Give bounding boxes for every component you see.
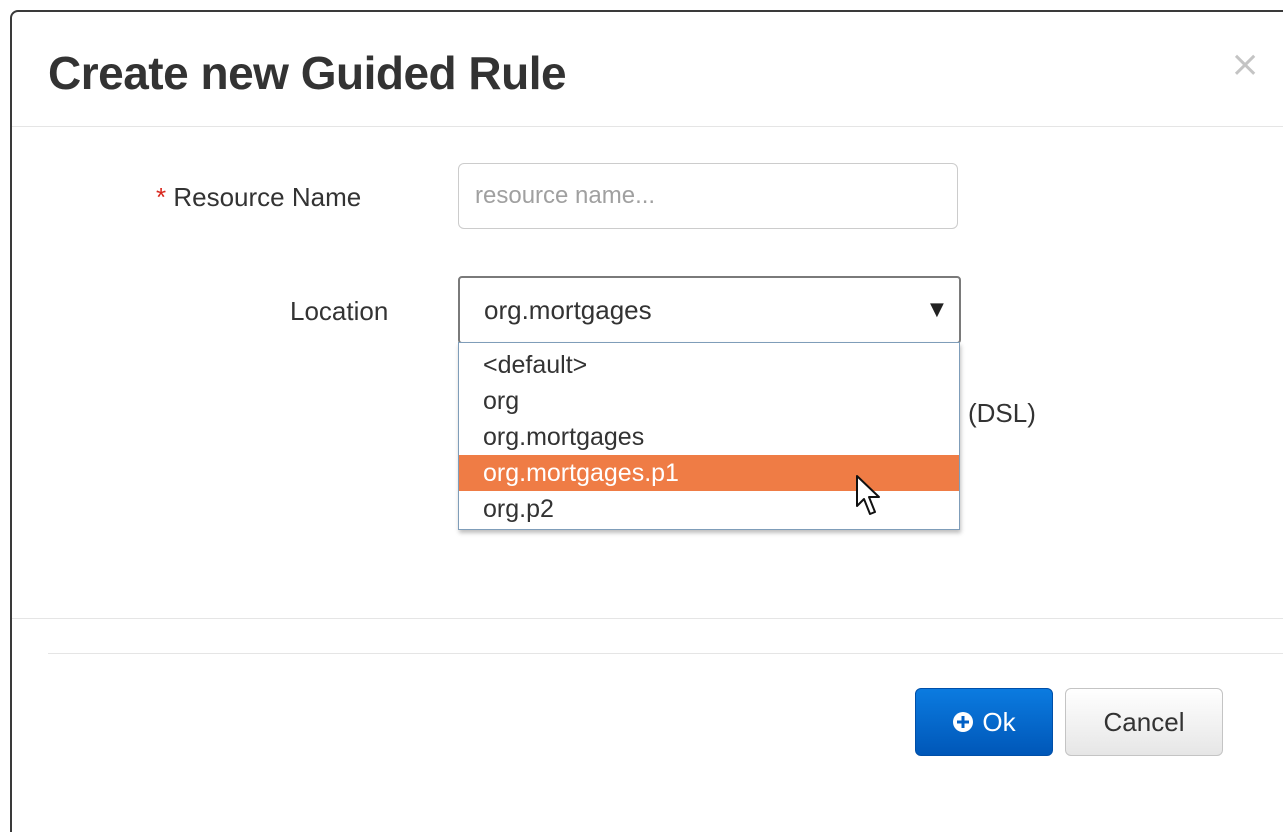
- footer-divider-inner: [48, 653, 1283, 654]
- cancel-button[interactable]: Cancel: [1065, 688, 1223, 756]
- dialog-header: Create new Guided Rule ×: [12, 12, 1283, 127]
- close-icon[interactable]: ×: [1230, 47, 1260, 83]
- resource-name-input[interactable]: [458, 163, 958, 229]
- ok-button[interactable]: Ok: [915, 688, 1053, 756]
- resource-name-label: * Resource Name: [156, 182, 361, 212]
- resource-name-label-text: Resource Name: [173, 182, 362, 212]
- location-option-org[interactable]: org: [459, 383, 959, 419]
- location-option-default[interactable]: <default>: [459, 347, 959, 383]
- dropdown-arrow-icon: ▼: [930, 299, 944, 320]
- required-marker: *: [156, 182, 167, 212]
- location-option-org-mortgages[interactable]: org.mortgages: [459, 419, 959, 455]
- plus-circle-icon: [953, 712, 974, 732]
- footer-divider: [12, 618, 1283, 619]
- location-option-org-mortgages-p1[interactable]: org.mortgages.p1: [459, 455, 959, 491]
- dialog-title: Create new Guided Rule: [48, 47, 567, 99]
- cancel-button-label: Cancel: [1103, 706, 1185, 737]
- location-select-value: org.mortgages: [484, 295, 652, 325]
- location-dropdown-list: <default> org org.mortgages org.mortgage…: [458, 342, 960, 530]
- location-select[interactable]: org.mortgages ▼: [458, 276, 961, 344]
- ok-button-label: Ok: [982, 706, 1016, 737]
- location-label: Location: [290, 296, 389, 326]
- location-option-org-p2[interactable]: org.p2: [459, 491, 959, 527]
- dsl-option-text: (DSL): [968, 398, 1036, 428]
- create-guided-rule-dialog: Create new Guided Rule × * Resource Name…: [10, 10, 1283, 832]
